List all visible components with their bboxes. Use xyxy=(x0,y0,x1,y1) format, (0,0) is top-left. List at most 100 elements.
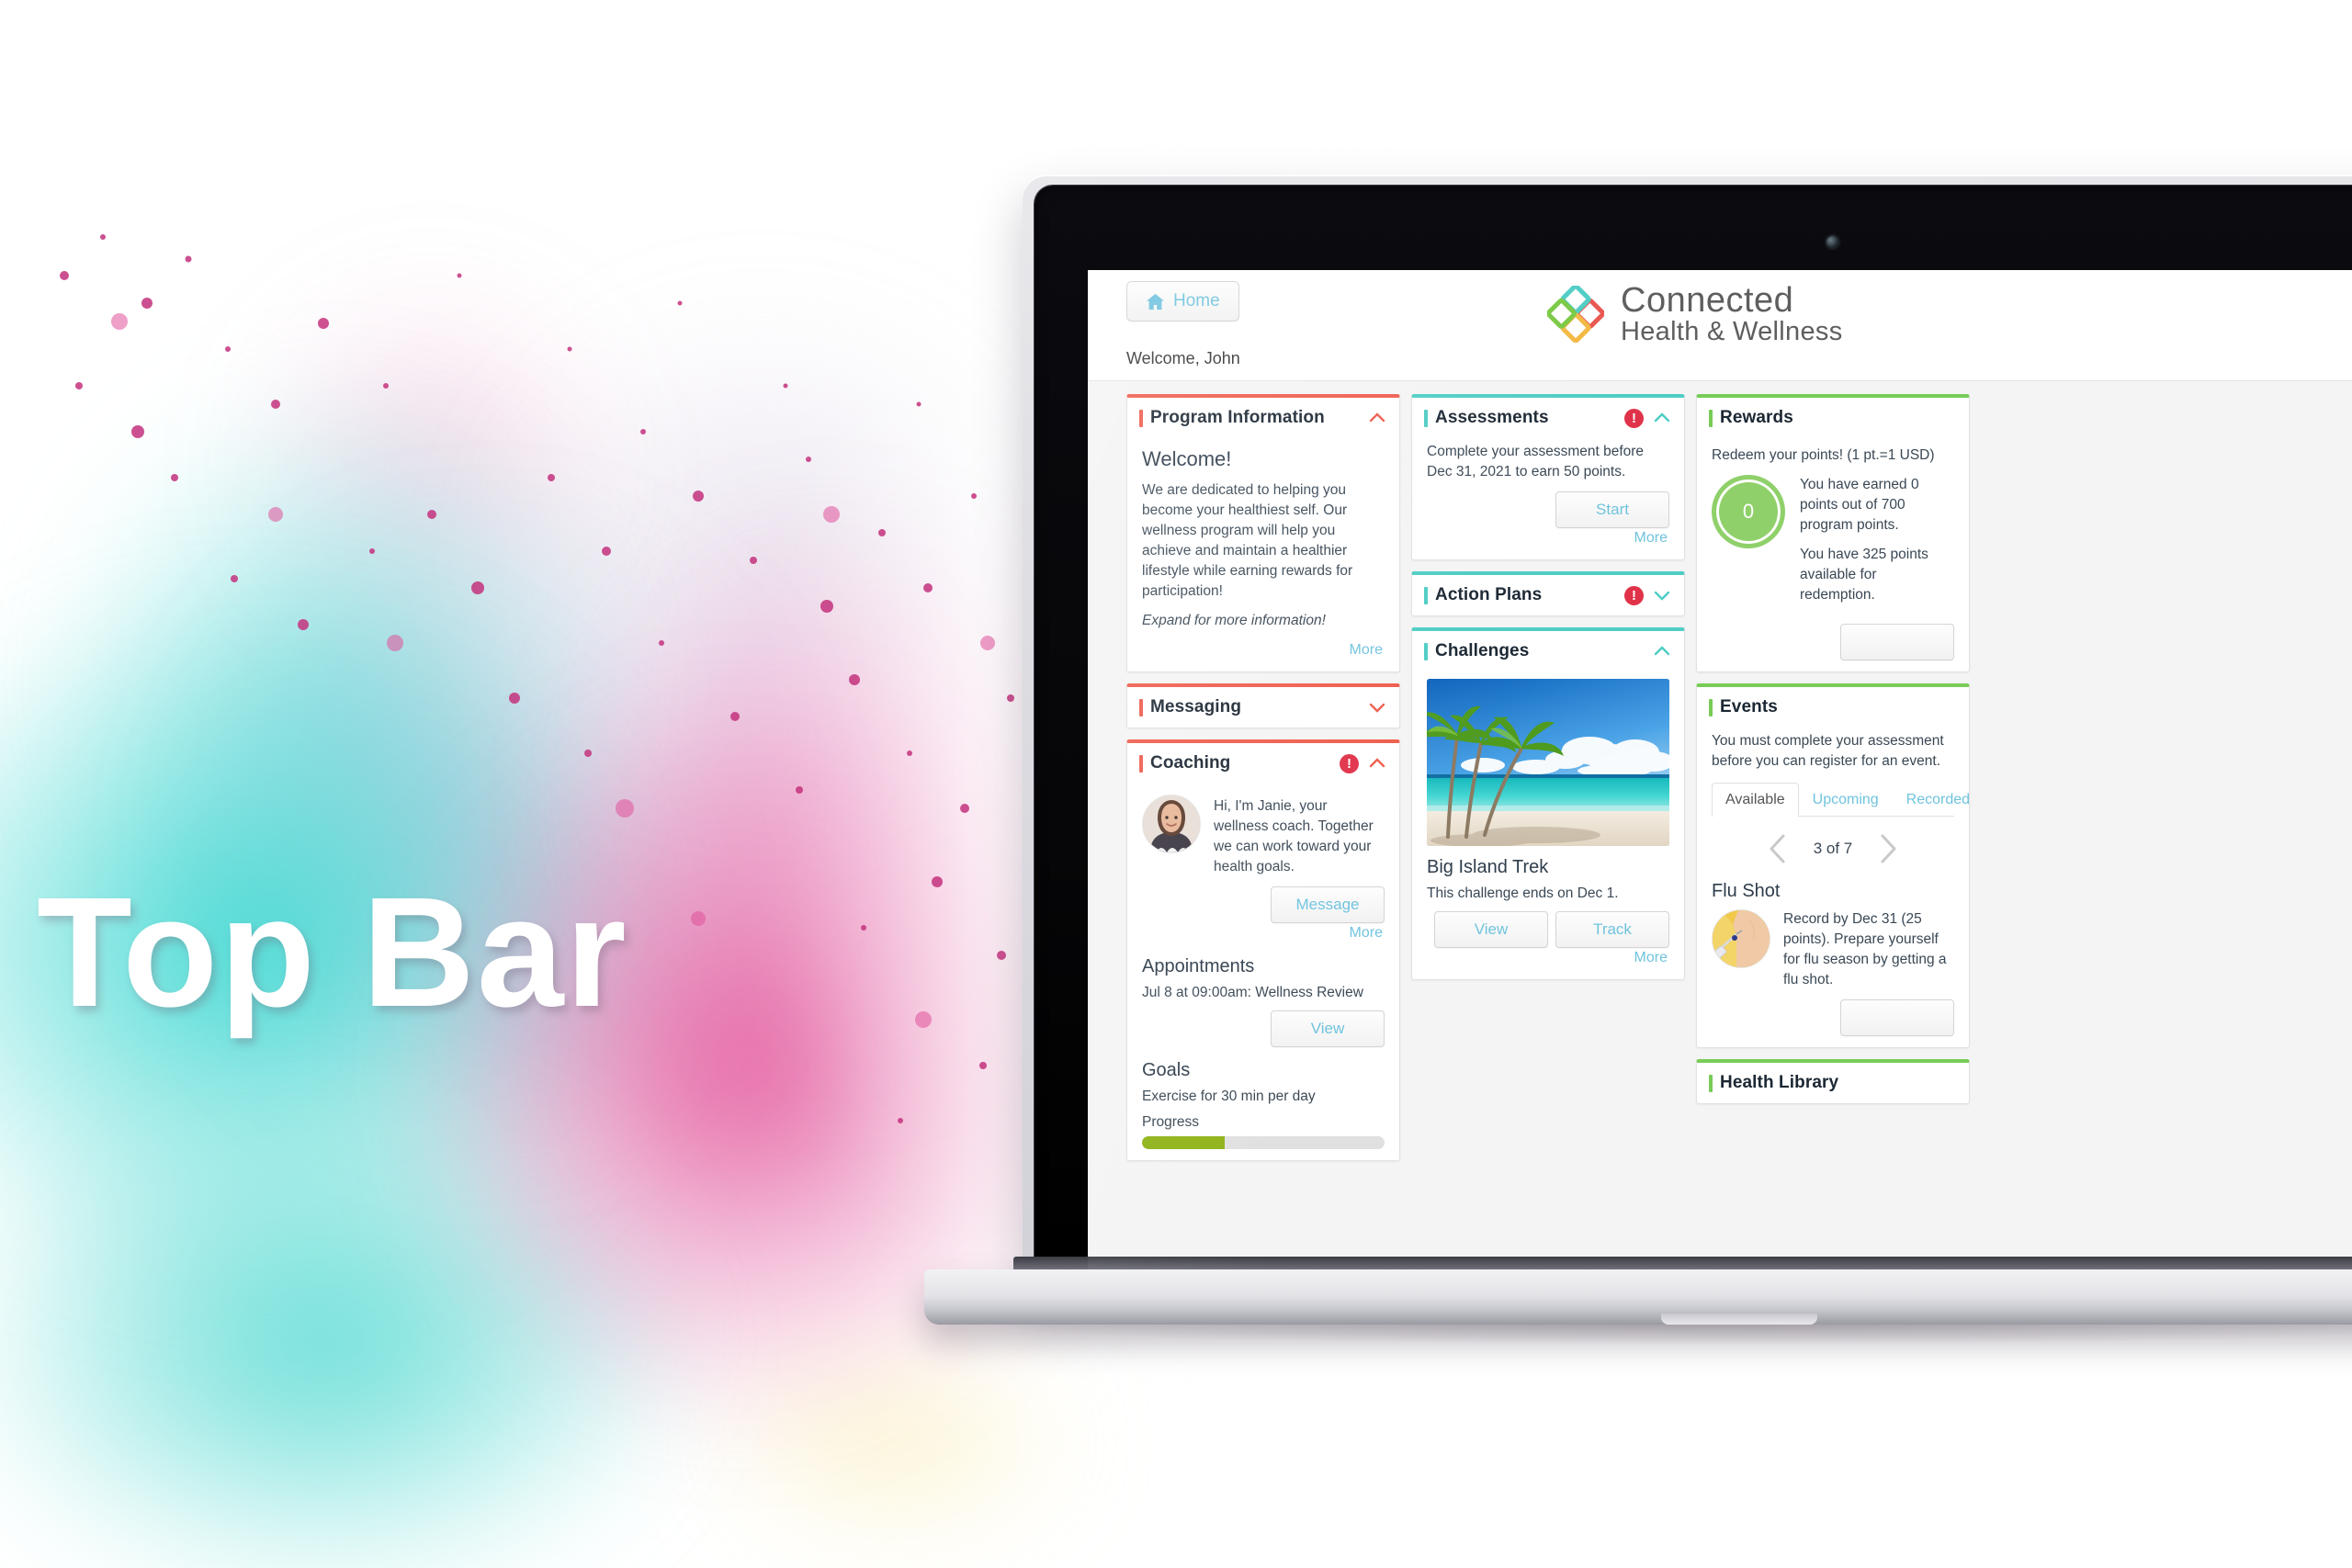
rewards-action-button[interactable] xyxy=(1840,624,1954,660)
card-title: Messaging xyxy=(1150,697,1242,716)
card-header[interactable]: Messaging xyxy=(1127,687,1399,728)
webcam-icon xyxy=(1826,236,1838,248)
card-title: Action Plans xyxy=(1435,585,1543,604)
progress-label: Progress xyxy=(1142,1114,1200,1130)
brand-name-line2: Health & Wellness xyxy=(1621,316,1843,346)
points-available-line: You have 325 points available for redemp… xyxy=(1800,547,1928,603)
chevron-up-icon[interactable] xyxy=(1368,409,1386,427)
card-header[interactable]: Challenges xyxy=(1412,631,1684,671)
challenge-name: Big Island Trek xyxy=(1427,857,1549,877)
next-page-icon[interactable] xyxy=(1876,833,1900,864)
view-appointment-button[interactable]: View xyxy=(1271,1010,1385,1047)
event-row: Record by Dec 31 (25 points). Prepare yo… xyxy=(1712,909,1954,990)
assessments-more-link[interactable]: More xyxy=(1427,528,1669,548)
card-header[interactable]: Health Library xyxy=(1697,1063,1969,1103)
event-actions xyxy=(1712,999,1954,1036)
card-body: Complete your assessment before Dec 31, … xyxy=(1412,438,1684,559)
alert-icon: ! xyxy=(1624,585,1644,605)
card-assessments: Assessments ! Complete your assessment b… xyxy=(1411,394,1685,560)
card-body: Redeem your points! (1 pt.=1 USD) 0 You … xyxy=(1697,438,1969,671)
challenge-image xyxy=(1427,679,1669,846)
card-health-library: Health Library xyxy=(1696,1059,1970,1104)
coach-avatar xyxy=(1142,795,1201,853)
title-accent-bar xyxy=(1709,1074,1713,1092)
card-header[interactable]: Events xyxy=(1697,687,1969,728)
card-title: Coaching xyxy=(1150,753,1231,773)
card-title: Program Information xyxy=(1150,408,1325,427)
card-body: Big Island Trek This challenge ends on D… xyxy=(1412,671,1684,979)
flu-shot-image xyxy=(1712,909,1770,968)
welcome-user-text: Welcome, John xyxy=(1126,349,1240,367)
start-assessment-button[interactable]: Start xyxy=(1555,491,1669,528)
pager-label: 3 of 7 xyxy=(1813,840,1853,857)
card-title: Events xyxy=(1720,697,1778,716)
card-challenges: Challenges Big Island Trek This challeng… xyxy=(1411,627,1685,980)
card-title: Challenges xyxy=(1435,641,1530,660)
card-coaching: Coaching ! Hi, I'm Janie, your wellness … xyxy=(1126,739,1400,1161)
laptop-base-notch xyxy=(1661,1314,1817,1325)
card-header[interactable]: Coaching ! xyxy=(1127,743,1399,784)
program-expand-note: Expand for more information! xyxy=(1142,613,1326,628)
assessment-actions: Start xyxy=(1427,491,1669,528)
track-challenge-button[interactable]: Track xyxy=(1555,911,1669,948)
appointment-actions: View xyxy=(1142,1010,1385,1047)
alert-icon: ! xyxy=(1340,753,1359,773)
events-tabs: Available Upcoming Recorded xyxy=(1712,783,1969,817)
card-title: Health Library xyxy=(1720,1073,1839,1092)
previous-page-icon[interactable] xyxy=(1766,833,1790,864)
goal-progress-bar xyxy=(1142,1136,1385,1149)
dashboard-column-left: Program Information Welcome! We are dedi… xyxy=(1126,394,1400,1172)
home-icon xyxy=(1146,293,1165,310)
view-challenge-button[interactable]: View xyxy=(1434,911,1548,948)
tab-available[interactable]: Available xyxy=(1712,783,1799,817)
event-action-button[interactable] xyxy=(1840,999,1954,1036)
rewards-actions xyxy=(1712,624,1954,660)
rewards-summary: 0 You have earned 0 points out of 700 pr… xyxy=(1712,475,1954,615)
brand-logo: Connected Health & Wellness xyxy=(1545,283,1843,346)
goal-progress-fill xyxy=(1142,1136,1225,1149)
title-accent-bar xyxy=(1709,409,1713,427)
card-title: Rewards xyxy=(1720,408,1793,427)
goals-heading: Goals xyxy=(1142,1060,1191,1080)
card-action-plans: Action Plans ! xyxy=(1411,571,1685,616)
wellness-app: Home Welcome, John Connected Health & We… xyxy=(1088,270,2352,1274)
title-accent-bar xyxy=(1424,586,1428,604)
card-program-information: Program Information Welcome! We are dedi… xyxy=(1126,394,1400,672)
chevron-up-icon[interactable] xyxy=(1653,409,1671,427)
chevron-down-icon[interactable] xyxy=(1368,698,1386,716)
program-welcome-heading: Welcome! xyxy=(1142,447,1232,470)
alert-icon: ! xyxy=(1624,408,1644,428)
chevron-up-icon[interactable] xyxy=(1653,642,1671,660)
message-button[interactable]: Message xyxy=(1271,886,1385,923)
card-header[interactable]: Rewards xyxy=(1697,398,1969,438)
event-description: Record by Dec 31 (25 points). Prepare yo… xyxy=(1783,911,1947,987)
title-accent-bar xyxy=(1424,409,1428,427)
laptop-bezel: Home Welcome, John Connected Health & We… xyxy=(1035,186,2352,1274)
card-header[interactable]: Assessments ! xyxy=(1412,398,1684,438)
card-title: Assessments xyxy=(1435,408,1549,427)
events-pager: 3 of 7 xyxy=(1712,817,1954,874)
event-title: Flu Shot xyxy=(1712,881,1781,901)
assessment-text: Complete your assessment before Dec 31, … xyxy=(1427,444,1645,479)
card-rewards: Rewards Redeem your points! (1 pt.=1 USD… xyxy=(1696,394,1970,672)
chevron-up-icon[interactable] xyxy=(1368,754,1386,773)
card-header[interactable]: Program Information xyxy=(1127,398,1399,438)
tab-upcoming[interactable]: Upcoming xyxy=(1799,783,1893,817)
card-events: Events You must complete your assessment… xyxy=(1696,683,1970,1048)
home-button[interactable]: Home xyxy=(1126,281,1239,321)
title-accent-bar xyxy=(1139,698,1143,716)
program-body-text: We are dedicated to helping you become y… xyxy=(1142,482,1353,599)
events-notice: You must complete your assessment before… xyxy=(1712,733,1944,769)
app-top-bar: Home Welcome, John Connected Health & We… xyxy=(1088,270,2352,381)
coaching-more-link[interactable]: More xyxy=(1142,923,1385,943)
program-more-link[interactable]: More xyxy=(1142,640,1385,660)
card-header[interactable]: Action Plans ! xyxy=(1412,575,1684,615)
card-body: You must complete your assessment before… xyxy=(1697,728,1969,1047)
laptop-mockup: Home Welcome, John Connected Health & We… xyxy=(924,175,2352,1369)
chevron-down-icon[interactable] xyxy=(1653,586,1671,604)
challenges-more-link[interactable]: More xyxy=(1427,948,1669,968)
goal-item: Exercise for 30 min per day xyxy=(1142,1089,1316,1104)
points-ring: 0 xyxy=(1712,475,1785,548)
title-accent-bar xyxy=(1139,754,1143,773)
tab-recorded[interactable]: Recorded xyxy=(1893,783,1969,817)
